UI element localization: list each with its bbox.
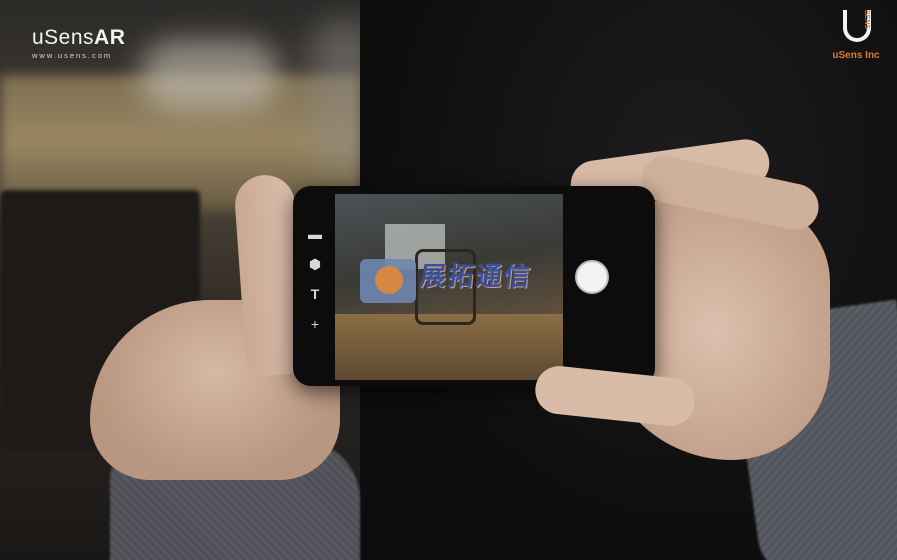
shutter-button: [575, 260, 609, 294]
usens-inc-logo: SENS uSens Inc: [826, 10, 886, 61]
photo-scene: ▬ ⬢ T + 展拓通信 uSensAR www.usens.com SENS …: [0, 0, 897, 560]
background-light: [140, 40, 280, 110]
usens-mark-icon: SENS: [839, 10, 873, 48]
phone-camera-view: 展拓通信: [335, 194, 563, 380]
ar-logo-dot: [375, 266, 403, 294]
logo-company-name: uSens Inc: [832, 50, 880, 61]
add-icon: +: [310, 316, 320, 332]
tool-icon: ▬: [308, 226, 322, 242]
text-tool-icon: T: [310, 286, 320, 302]
usens-ar-logo: uSensAR www.usens.com: [32, 26, 125, 60]
ar-overlay-text: 展拓通信: [418, 261, 534, 291]
logo-mark-letters: SENS: [863, 10, 870, 30]
logo-brand: uSensAR: [32, 26, 126, 49]
cube-icon: ⬢: [308, 256, 322, 272]
smartphone: ▬ ⬢ T + 展拓通信: [293, 186, 655, 386]
logo-url: www.usens.com: [32, 51, 113, 60]
